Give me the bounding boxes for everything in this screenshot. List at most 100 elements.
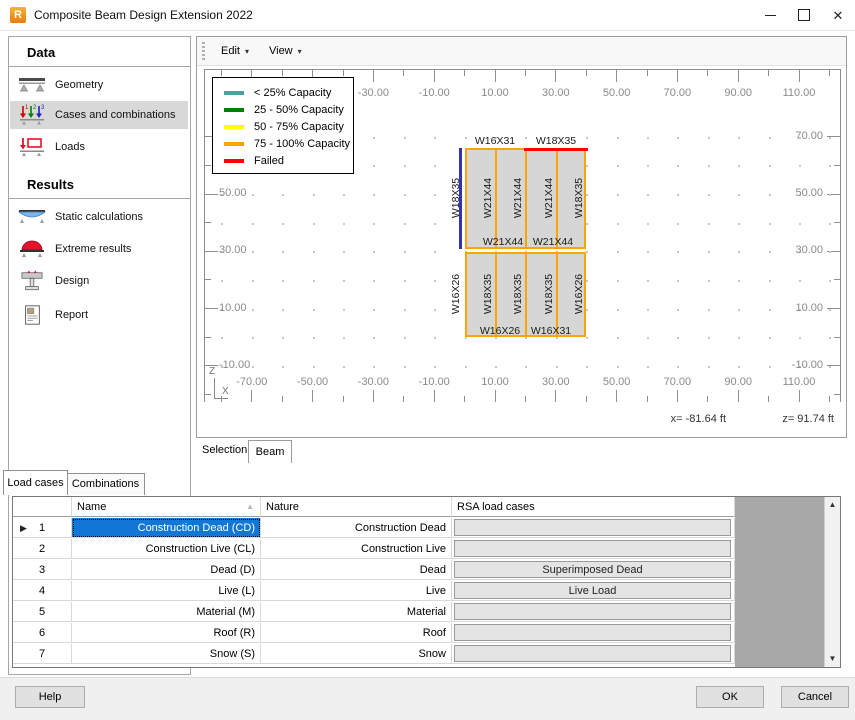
close-button[interactable]: ✕ xyxy=(821,0,855,30)
tab-beam[interactable]: Beam xyxy=(248,440,292,463)
secondary-beam[interactable] xyxy=(525,254,527,335)
grid-dot xyxy=(586,337,588,339)
rsa-load-case-button[interactable] xyxy=(454,519,731,536)
table-row[interactable]: 5Material (M)Material xyxy=(13,602,735,623)
menu-view-label: View xyxy=(269,45,293,57)
column-header-nature[interactable]: Nature xyxy=(261,497,452,517)
nature-cell[interactable]: Dead xyxy=(261,560,452,580)
sidebar-item-design[interactable]: Design xyxy=(10,267,188,295)
secondary-beam[interactable] xyxy=(556,254,558,335)
rsa-load-case-button[interactable] xyxy=(454,603,731,620)
menu-edit[interactable]: Edit xyxy=(217,43,253,59)
column-header-name[interactable]: Name ▲ xyxy=(72,497,261,517)
nature-cell[interactable]: Material xyxy=(261,602,452,622)
nature-cell[interactable]: Roof xyxy=(261,623,452,643)
grid-dot xyxy=(434,251,436,253)
grid-dot xyxy=(647,194,649,196)
secondary-beam[interactable] xyxy=(525,150,527,247)
tab-load-cases[interactable]: Load cases xyxy=(3,470,68,495)
grid-dot xyxy=(343,280,345,282)
column-header-rsa[interactable]: RSA load cases xyxy=(452,497,735,517)
table-row[interactable]: 2Construction Live (CL)Construction Live xyxy=(13,539,735,560)
name-cell[interactable]: Snow (S) xyxy=(72,644,261,664)
right-ruler-tick xyxy=(834,394,840,395)
grid-dot xyxy=(373,337,375,339)
x-axis-top-tick-label: 90.00 xyxy=(714,87,762,99)
name-cell[interactable]: Construction Live (CL) xyxy=(72,539,261,559)
grid-dot xyxy=(343,366,345,368)
table-vertical-scrollbar[interactable]: ▲ ▼ xyxy=(824,497,840,667)
rsa-load-case-button[interactable]: Live Load xyxy=(454,582,731,599)
grid-dot xyxy=(586,309,588,311)
tab-combinations[interactable]: Combinations xyxy=(66,473,145,495)
toolbar-gripper[interactable] xyxy=(202,42,205,60)
grid-dot xyxy=(617,137,619,139)
left-ruler-tick xyxy=(205,194,218,195)
help-button[interactable]: Help xyxy=(15,686,85,708)
grid-dot xyxy=(373,137,375,139)
grid-dot xyxy=(434,223,436,225)
sidebar-item-geometry[interactable]: Geometry xyxy=(10,71,188,99)
beam-size-label: W16X26 xyxy=(480,325,520,337)
nature-cell[interactable]: Construction Dead xyxy=(261,518,452,538)
grid-dot xyxy=(769,223,771,225)
x-axis-top-tick-label: 10.00 xyxy=(471,87,519,99)
rsa-load-case-button[interactable]: Superimposed Dead xyxy=(454,561,731,578)
grid-dot xyxy=(343,309,345,311)
secondary-beam[interactable] xyxy=(556,150,558,247)
grid-dot xyxy=(586,251,588,253)
name-cell[interactable]: Roof (R) xyxy=(72,623,261,643)
tab-selection[interactable]: Selection xyxy=(202,444,247,456)
table-row[interactable]: 3Dead (D)DeadSuperimposed Dead xyxy=(13,560,735,581)
rsa-load-case-button[interactable] xyxy=(454,540,731,557)
beam-size-label: W18X35 xyxy=(482,274,494,314)
top-ruler-tick xyxy=(343,70,344,76)
beam-size-label: W18X35 xyxy=(450,178,462,218)
axis-z-line xyxy=(214,378,215,398)
top-ruler-tick xyxy=(221,70,222,76)
ok-button[interactable]: OK xyxy=(696,686,764,708)
svg-text:2: 2 xyxy=(33,105,37,111)
grid-dot xyxy=(313,280,315,282)
grid-dot xyxy=(708,280,710,282)
top-ruler-tick xyxy=(495,70,496,82)
top-ruler-tick xyxy=(616,70,617,82)
sidebar-item-extreme-results[interactable]: Extreme results xyxy=(10,235,188,263)
table-row[interactable]: 7Snow (S)Snow xyxy=(13,644,735,665)
secondary-beam[interactable] xyxy=(495,150,497,247)
scroll-up-icon[interactable]: ▲ xyxy=(825,497,840,513)
table-row[interactable]: 6Roof (R)Roof xyxy=(13,623,735,644)
maximize-button[interactable] xyxy=(787,0,821,30)
sidebar-item-report[interactable]: Report xyxy=(10,301,188,329)
maximize-icon xyxy=(798,9,810,21)
grid-dot xyxy=(829,194,831,196)
rsa-load-case-button[interactable] xyxy=(454,624,731,641)
separator xyxy=(9,66,190,67)
drawing-area[interactable]: Z X < 25% Capacity25 - 50% Capacity50 - … xyxy=(204,69,841,403)
failed-beam-top-edge[interactable] xyxy=(524,148,588,151)
x-axis-bottom-tick-label: 50.00 xyxy=(593,376,641,388)
scroll-down-icon[interactable]: ▼ xyxy=(825,651,840,667)
rsa-load-case-button[interactable] xyxy=(454,645,731,662)
table-row[interactable]: ▶1Construction Dead (CD)Construction Dea… xyxy=(13,518,735,539)
nature-cell[interactable]: Construction Live xyxy=(261,539,452,559)
nature-cell[interactable]: Snow xyxy=(261,644,452,664)
name-cell[interactable]: Construction Dead (CD) xyxy=(72,518,261,538)
grid-dot xyxy=(708,194,710,196)
sidebar-item-static-calculations[interactable]: Static calculations xyxy=(10,203,188,231)
svg-text:1: 1 xyxy=(25,105,29,111)
table-row[interactable]: 4Live (L)LiveLive Load xyxy=(13,581,735,602)
secondary-beam[interactable] xyxy=(495,254,497,335)
minimize-button[interactable] xyxy=(753,0,787,30)
menu-view[interactable]: View xyxy=(265,43,306,59)
name-cell[interactable]: Live (L) xyxy=(72,581,261,601)
name-cell[interactable]: Dead (D) xyxy=(72,560,261,580)
rsa-cell: Superimposed Dead xyxy=(452,560,735,580)
nature-cell[interactable]: Live xyxy=(261,581,452,601)
sidebar-item-loads[interactable]: Loads xyxy=(10,133,188,161)
sidebar-item-cases-and-combinations[interactable]: 1 2 3 Cases and combinations xyxy=(10,101,188,129)
separator xyxy=(9,198,190,199)
cancel-button[interactable]: Cancel xyxy=(781,686,849,708)
table-filler-area xyxy=(735,497,824,667)
name-cell[interactable]: Material (M) xyxy=(72,602,261,622)
